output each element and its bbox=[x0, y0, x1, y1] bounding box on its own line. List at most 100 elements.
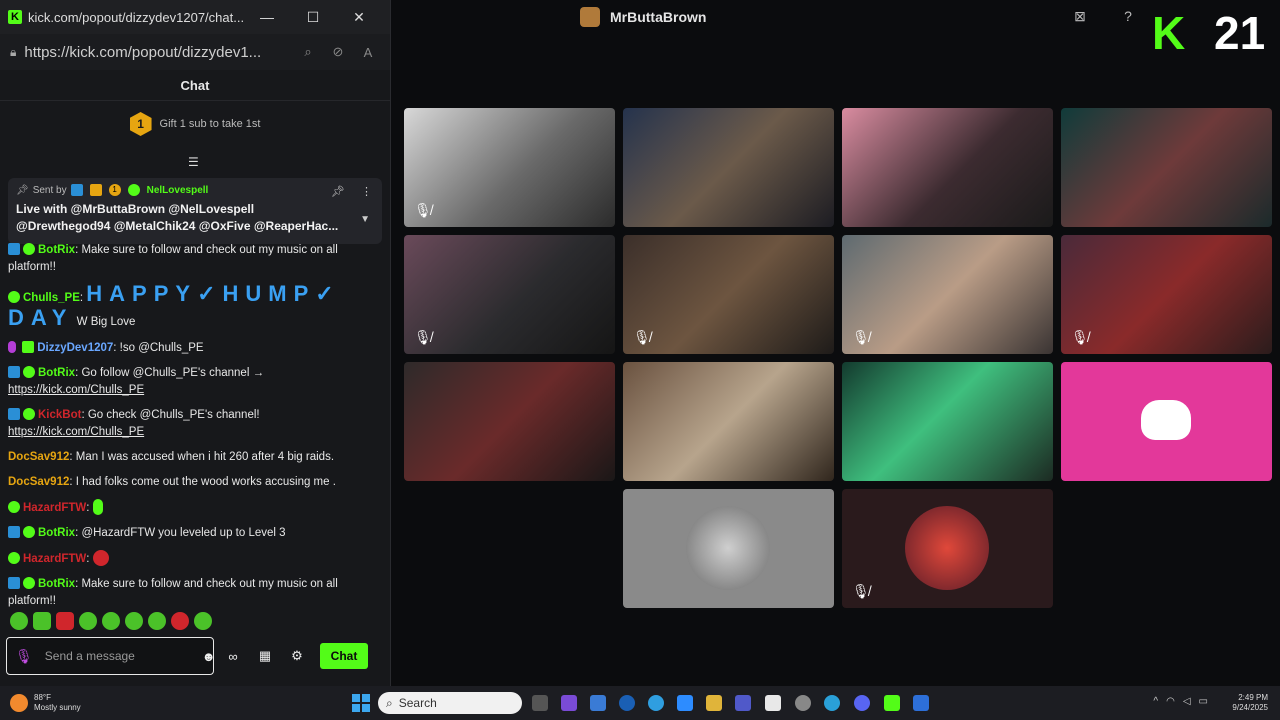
chat-link[interactable]: https://kick.com/Chulls_PE bbox=[8, 384, 144, 396]
pinned-sender[interactable]: NelLovespell bbox=[147, 185, 209, 196]
chevron-up-icon[interactable]: ^ bbox=[1153, 696, 1158, 707]
hp-icon[interactable] bbox=[619, 695, 635, 711]
video-tile[interactable]: 🎙︎̸ bbox=[623, 235, 834, 354]
zoom-icon[interactable]: ⌕ bbox=[296, 44, 320, 60]
minimize-button[interactable]: — bbox=[244, 9, 290, 25]
channel-points-icon[interactable]: ∞ bbox=[220, 649, 246, 664]
collapse-icon[interactable]: ☰ bbox=[188, 155, 199, 169]
video-tile[interactable]: 🎙︎̸ bbox=[842, 235, 1053, 354]
chat-username[interactable]: HazardFTW bbox=[23, 553, 86, 565]
clock[interactable]: 2:49 PM 9/24/2025 bbox=[1232, 693, 1268, 713]
video-tile[interactable] bbox=[1061, 108, 1272, 227]
chat-username[interactable]: KickBot bbox=[38, 409, 81, 421]
search-icon: ⌕ bbox=[386, 695, 393, 710]
chat-username[interactable]: DocSav912 bbox=[8, 476, 69, 488]
network-icon[interactable]: ◠ bbox=[1166, 696, 1175, 707]
volume-icon[interactable]: ◁ bbox=[1183, 696, 1191, 707]
message-input[interactable] bbox=[42, 648, 202, 664]
teams-icon[interactable] bbox=[735, 695, 751, 711]
chat-text: : Go check @Chulls_PE's channel! bbox=[81, 409, 260, 421]
pinned-message[interactable]: 📌︎ Sent by 1 NelLovespell Live with @MrB… bbox=[8, 178, 382, 244]
address-bar[interactable]: 🔒︎ https://kick.com/popout/dizzydev1... … bbox=[0, 34, 390, 70]
emote-icon[interactable] bbox=[33, 612, 51, 630]
bot-badge-icon bbox=[8, 577, 20, 589]
emote-icon[interactable] bbox=[194, 612, 212, 630]
file-explorer-icon[interactable] bbox=[706, 695, 722, 711]
video-tile[interactable]: 🎙︎̸ bbox=[404, 108, 615, 227]
copilot-icon[interactable] bbox=[561, 695, 577, 711]
task-view-icon[interactable] bbox=[532, 695, 548, 711]
help-icon[interactable]: ? bbox=[1118, 8, 1138, 28]
tracking-prevention-icon[interactable]: ⊘ bbox=[326, 44, 350, 60]
avatar-tile[interactable] bbox=[623, 489, 834, 608]
time: 2:49 PM bbox=[1238, 693, 1268, 702]
chat-username[interactable]: Chulls_PE bbox=[23, 292, 80, 304]
chat-username[interactable]: BotRix bbox=[38, 527, 75, 539]
video-tile[interactable] bbox=[623, 362, 834, 481]
day-emote: DAY bbox=[8, 305, 74, 330]
emote-icon[interactable] bbox=[79, 612, 97, 630]
chat-message: HazardFTW: bbox=[8, 499, 378, 517]
chat-username[interactable]: DizzyDev1207 bbox=[37, 342, 113, 354]
video-tile[interactable] bbox=[842, 362, 1053, 481]
discord-app-icon[interactable] bbox=[854, 695, 870, 711]
emote-icon[interactable] bbox=[125, 612, 143, 630]
kick-app-icon[interactable] bbox=[884, 695, 900, 711]
maximize-button[interactable]: ☐ bbox=[290, 9, 336, 26]
video-tile[interactable] bbox=[623, 108, 834, 227]
emote-icon[interactable] bbox=[171, 612, 189, 630]
verified-badge-icon bbox=[23, 408, 35, 420]
emote-icon[interactable] bbox=[148, 612, 166, 630]
zoom-app-icon[interactable] bbox=[677, 695, 693, 711]
windows-start-icon[interactable] bbox=[352, 694, 370, 712]
emote-icon[interactable] bbox=[56, 612, 74, 630]
app-icon[interactable] bbox=[913, 695, 929, 711]
close-button[interactable]: ✕ bbox=[336, 9, 382, 26]
message-input-box[interactable]: 🎙︎ ☻ bbox=[6, 637, 216, 675]
chat-username[interactable]: HazardFTW bbox=[23, 502, 86, 514]
unpin-icon[interactable]: 📌︎ bbox=[331, 185, 345, 198]
chevron-down-icon[interactable]: ▼ bbox=[360, 214, 370, 225]
emoji-picker-icon[interactable]: ☻ bbox=[202, 649, 216, 664]
discord-tile[interactable] bbox=[1061, 362, 1272, 481]
send-chat-button[interactable]: Chat bbox=[320, 643, 368, 669]
video-tile[interactable]: 🎙︎̸ bbox=[1061, 235, 1272, 354]
video-tile[interactable] bbox=[404, 362, 615, 481]
chat-username[interactable]: BotRix bbox=[38, 367, 75, 379]
chat-link[interactable]: https://kick.com/Chulls_PE bbox=[8, 426, 144, 438]
chat-text: : bbox=[86, 502, 90, 514]
chat-username[interactable]: BotRix bbox=[38, 244, 75, 256]
gift-leaderboard[interactable]: 1 Gift 1 sub to take 1st bbox=[0, 101, 390, 147]
chat-message: HazardFTW: bbox=[8, 550, 378, 568]
avatar-tile[interactable]: 🎙︎̸ bbox=[842, 489, 1053, 608]
video-tile[interactable]: 🎙︎̸ bbox=[404, 235, 615, 354]
taskbar-search[interactable]: ⌕ Search bbox=[378, 692, 522, 714]
chat-text: : I had folks come out the wood works ac… bbox=[69, 476, 336, 488]
gift-icon[interactable]: ▦ bbox=[252, 648, 278, 664]
emote-icon bbox=[92, 550, 109, 566]
more-options-icon[interactable]: ⋮ bbox=[361, 185, 372, 198]
microphone-icon[interactable]: 🎙︎ bbox=[15, 648, 33, 665]
app-icon[interactable] bbox=[648, 695, 664, 711]
read-aloud-icon[interactable]: A bbox=[356, 45, 380, 60]
edge-icon[interactable] bbox=[824, 695, 840, 711]
camera-off-icon[interactable]: ⊠ bbox=[1070, 8, 1090, 28]
battery-icon[interactable]: ▭ bbox=[1199, 696, 1208, 707]
video-tile[interactable] bbox=[842, 108, 1053, 227]
chat-message-list[interactable]: BotRix: Make sure to follow and check ou… bbox=[8, 242, 378, 618]
notepad-icon[interactable] bbox=[765, 695, 781, 711]
emote-icon[interactable] bbox=[10, 612, 28, 630]
chat-username[interactable]: BotRix bbox=[38, 578, 75, 590]
settings-app-icon[interactable] bbox=[795, 695, 811, 711]
app-icon[interactable] bbox=[590, 695, 606, 711]
settings-icon[interactable]: ⚙ bbox=[284, 648, 310, 664]
weather-widget[interactable]: 88°F Mostly sunny bbox=[10, 693, 81, 713]
url-text[interactable]: https://kick.com/popout/dizzydev1... bbox=[24, 44, 290, 61]
chat-text: : Man I was accused when i hit 260 after… bbox=[69, 451, 335, 463]
streamer-info[interactable]: MrButtaBrown bbox=[580, 7, 706, 27]
window-title: kick.com/popout/dizzydev1207/chat... bbox=[28, 9, 244, 25]
weather-text: 88°F Mostly sunny bbox=[34, 693, 81, 713]
emote-icon[interactable] bbox=[102, 612, 120, 630]
chat-username[interactable]: DocSav912 bbox=[8, 451, 69, 463]
mic-muted-icon: 🎙︎̸ bbox=[414, 329, 432, 345]
